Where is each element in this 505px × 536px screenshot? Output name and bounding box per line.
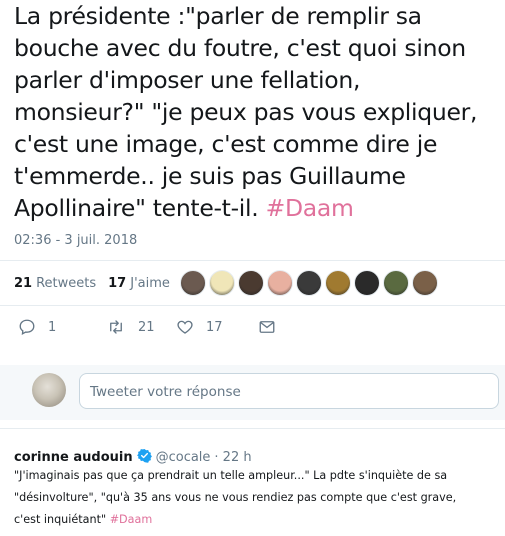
liker-avatar[interactable] xyxy=(180,270,206,296)
tweet-text-line: c'est une image, c'est comme dire je xyxy=(14,130,438,158)
reply-author-name[interactable]: corinne audouin xyxy=(14,450,133,465)
avatar xyxy=(32,373,66,407)
liker-avatar[interactable] xyxy=(325,270,351,296)
reply-button[interactable]: 1 xyxy=(18,318,56,336)
tweet-text-line: bouche avec du foutre, c'est quoi sinon xyxy=(14,34,466,62)
liker-avatar[interactable] xyxy=(238,270,264,296)
reply-input[interactable]: Tweeter votre réponse xyxy=(79,373,499,409)
retweet-count: 21 xyxy=(138,319,155,335)
likes-label: J'aime xyxy=(130,276,170,291)
tweet-text-line: Apollinaire" tente-t-il. xyxy=(14,194,266,222)
retweets-stat[interactable]: 21 Retweets xyxy=(14,276,96,291)
likes-count: 17 xyxy=(108,276,127,291)
retweet-icon xyxy=(110,320,122,334)
liker-avatar[interactable] xyxy=(412,270,438,296)
direct-message-button[interactable] xyxy=(257,318,277,336)
tweet-actions: 1 21 17 xyxy=(14,318,314,348)
tweet-text-line: monsieur?" "je peux pas vous expliquer, xyxy=(14,98,478,126)
like-count: 17 xyxy=(206,319,223,335)
hashtag-link[interactable]: #Daam xyxy=(266,194,354,222)
reply-text-line-last: c'est inquiétant" #Daam xyxy=(14,509,502,531)
reply-icon xyxy=(19,319,35,335)
tweet-text-line: La présidente :"parler de remplir sa xyxy=(14,2,422,30)
retweets-count: 21 xyxy=(14,276,33,291)
liker-avatar[interactable] xyxy=(296,270,322,296)
tweet-stats: 21 Retweets 17 J'aime xyxy=(14,276,182,291)
divider xyxy=(0,260,505,261)
tweet-text: La présidente :"parler de remplir sa bou… xyxy=(14,0,504,224)
tweet-timestamp[interactable]: 02:36 - 3 juil. 2018 xyxy=(14,233,137,248)
liker-avatar[interactable] xyxy=(209,270,235,296)
liker-avatar[interactable] xyxy=(267,270,293,296)
reply-count: 1 xyxy=(48,319,57,335)
reply-text: "J'imaginais pas que ça prendrait un tel… xyxy=(14,465,502,531)
likes-stat[interactable]: 17 J'aime xyxy=(108,276,170,291)
envelope-icon xyxy=(259,321,275,333)
liker-avatar[interactable] xyxy=(383,270,409,296)
reply-text-line: c'est inquiétant" xyxy=(14,513,110,526)
tweet-text-line-last: Apollinaire" tente-t-il. #Daam xyxy=(14,192,504,224)
retweet-button[interactable]: 21 xyxy=(106,318,155,336)
liker-avatar[interactable] xyxy=(354,270,380,296)
reply-author-handle[interactable]: @cocale xyxy=(156,450,211,465)
divider xyxy=(0,428,505,429)
heart-icon xyxy=(177,320,193,334)
reply-hashtag-link[interactable]: #Daam xyxy=(110,513,153,526)
divider xyxy=(0,305,505,306)
retweets-label: Retweets xyxy=(36,276,97,291)
like-button[interactable]: 17 xyxy=(176,318,223,336)
reply-text-line: "désinvolture", "qu'à 35 ans vous ne vou… xyxy=(14,491,457,504)
tweet-text-line: t'emmerde.. je suis pas Guillaume xyxy=(14,162,406,190)
liker-avatars xyxy=(180,270,441,296)
reply-text-line: "J'imaginais pas que ça prendrait un tel… xyxy=(14,469,448,482)
reply-time[interactable]: · 22 h xyxy=(214,450,251,465)
tweet-text-line: parler d'imposer une fellation, xyxy=(14,66,361,94)
